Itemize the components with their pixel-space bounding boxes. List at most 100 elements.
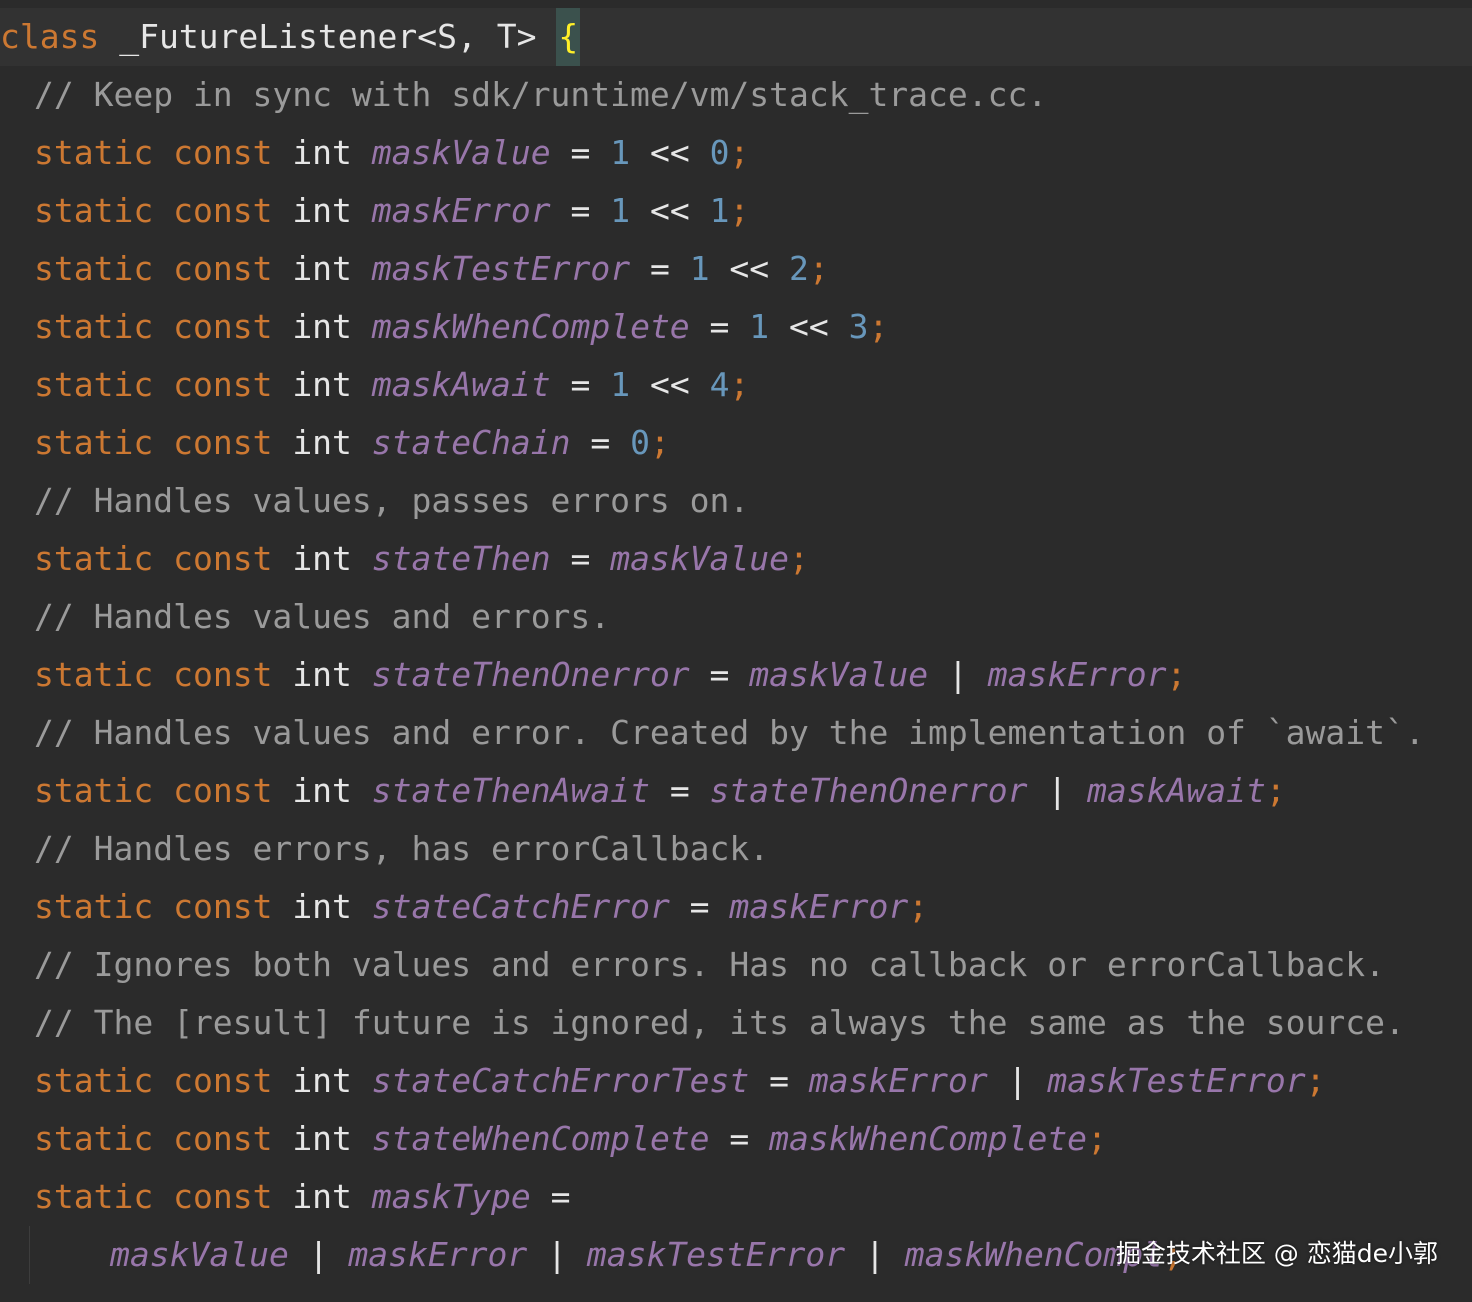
assign-operator: = [669,887,730,926]
number-literal: 0 [630,423,650,462]
assign-operator: = [550,191,611,230]
field-name: maskWhenComplete [371,307,690,346]
assign-operator: = [749,1061,809,1100]
keyword-class: class [0,17,100,56]
keyword-const: const [173,1119,273,1158]
keyword-static: static [34,249,154,288]
code-line-comment: // Handles values and errors. [0,588,1472,646]
comment-text: // The [result] future is ignored, its a… [34,1003,1405,1042]
semicolon: ; [1265,771,1286,810]
bitwise-or-operator: | [1027,771,1088,810]
shift-operator: << [709,249,790,288]
field-reference: maskAwait [1087,771,1266,810]
keyword-const: const [173,539,273,578]
field-reference: maskValue [110,1235,289,1274]
number-literal: 1 [689,249,710,288]
keyword-const: const [173,307,273,346]
keyword-const: const [173,423,273,462]
semicolon: ; [789,539,809,578]
code-line-mask-error: static const int maskError = 1 << 1; [0,182,1472,240]
keyword-static: static [34,655,154,694]
keyword-static: static [34,191,154,230]
field-name: stateCatchError [371,887,670,926]
bitwise-or-operator: | [527,1235,587,1274]
shift-operator: << [769,307,849,346]
comment-text: // Handles errors, has errorCallback. [34,829,770,868]
open-brace: { [556,8,581,66]
code-line-state-then: static const int stateThen = maskValue; [0,530,1472,588]
field-name: maskError [371,191,551,230]
semicolon: ; [868,307,889,346]
code-line-state-then-onerror: static const int stateThenOnerror = mask… [0,646,1472,704]
code-line-state-catch-error: static const int stateCatchError = maskE… [0,878,1472,936]
assign-operator: = [530,1177,571,1216]
keyword-static: static [34,887,154,926]
number-literal: 1 [749,307,770,346]
keyword-static: static [34,423,154,462]
type-int: int [292,771,352,810]
keyword-const: const [173,1061,273,1100]
keyword-static: static [34,1119,154,1158]
assign-operator: = [689,655,750,694]
field-name: stateChain [371,423,571,462]
number-literal: 4 [709,365,730,404]
field-reference: maskTestError [1047,1061,1306,1100]
keyword-static: static [34,307,154,346]
field-reference: maskError [987,655,1167,694]
semicolon: ; [729,133,750,172]
type-int: int [292,307,352,346]
semicolon: ; [908,887,929,926]
keyword-const: const [173,771,273,810]
field-name: maskValue [371,133,551,172]
field-reference: maskValue [610,539,790,578]
code-line-comment: // The [result] future is ignored, its a… [0,994,1472,1052]
code-line-mask-type: static const int maskType = [0,1168,1472,1226]
field-name: stateCatchErrorTest [371,1061,750,1100]
keyword-static: static [34,1061,154,1100]
assign-operator: = [689,307,750,346]
code-line-comment: // Keep in sync with sdk/runtime/vm/stac… [0,66,1472,124]
number-literal: 2 [789,249,809,288]
type-int: int [292,1061,352,1100]
code-editor[interactable]: class _FutureListener<S, T> { // Keep in… [0,0,1472,1302]
field-name: stateThen [371,539,551,578]
keyword-static: static [34,133,154,172]
code-line-mask-await: static const int maskAwait = 1 << 4; [0,356,1472,414]
type-int: int [292,655,352,694]
bitwise-or-operator: | [288,1235,349,1274]
keyword-const: const [173,1177,273,1216]
number-literal: 3 [848,307,869,346]
assign-operator: = [550,365,611,404]
semicolon: ; [729,365,750,404]
semicolon: ; [1166,655,1187,694]
number-literal: 1 [709,191,730,230]
class-name: _FutureListener<S, T> [99,17,557,56]
field-name: stateWhenComplete [371,1119,710,1158]
field-name: maskAwait [371,365,551,404]
keyword-const: const [173,365,273,404]
comment-text: // Ignores both values and errors. Has n… [34,945,1386,984]
type-int: int [292,423,352,462]
field-name: stateThenOnerror [371,655,690,694]
type-int: int [292,133,352,172]
assign-operator: = [709,1119,770,1158]
bitwise-or-operator: | [987,1061,1048,1100]
code-line-comment: // Handles values, passes errors on. [0,472,1472,530]
field-name: stateThenAwait [371,771,650,810]
code-line-comment: // Handles values and error. Created by … [0,704,1472,762]
type-int: int [292,365,352,404]
number-literal: 1 [610,365,631,404]
type-int: int [292,249,352,288]
assign-operator: = [550,539,611,578]
type-int: int [292,887,352,926]
code-line-state-chain: static const int stateChain = 0; [0,414,1472,472]
shift-operator: << [630,133,710,172]
code-line-class-declaration: class _FutureListener<S, T> { [0,8,1472,66]
comment-text: // Handles values and error. Created by … [34,713,1425,752]
keyword-static: static [34,771,154,810]
field-name: maskType [371,1177,531,1216]
keyword-static: static [34,365,154,404]
field-reference: maskWhenComplete [769,1119,1088,1158]
field-reference: maskTestError [586,1235,846,1274]
keyword-const: const [173,133,273,172]
